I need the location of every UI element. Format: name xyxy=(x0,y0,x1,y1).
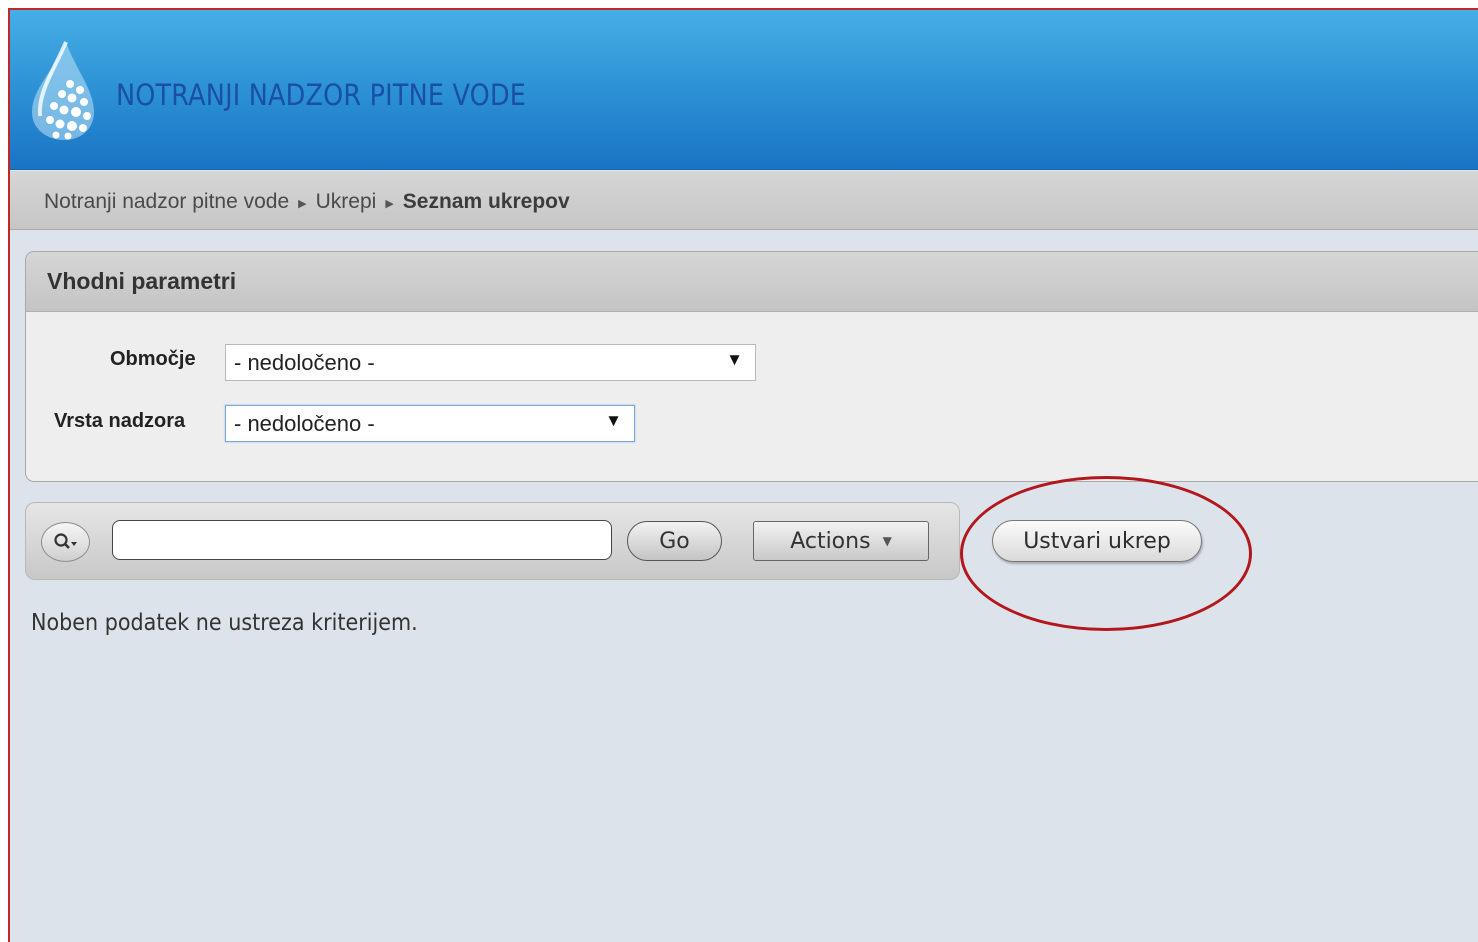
search-icon xyxy=(53,533,77,549)
region-header: Vhodni parametri xyxy=(26,252,1478,312)
go-button[interactable]: Go xyxy=(627,521,722,561)
actions-label: Actions xyxy=(790,528,871,554)
obmocje-label: Območje xyxy=(110,348,196,370)
search-input[interactable] xyxy=(112,520,612,560)
report-toolbar: Go Actions ▼ xyxy=(25,502,960,580)
search-column-menu-button[interactable] xyxy=(41,522,90,562)
breadcrumb-separator-icon: ▶ xyxy=(298,197,307,210)
obmocje-select-value: - nedoločeno - xyxy=(234,350,375,375)
highlight-annotation-ring xyxy=(960,476,1252,631)
breadcrumb-link-ukrepi[interactable]: Ukrepi xyxy=(316,190,377,214)
obmocje-select[interactable]: - nedoločeno - ▼ xyxy=(225,344,756,381)
app-title: NOTRANJI NADZOR PITNE VODE xyxy=(116,78,527,112)
dropdown-arrow-icon: ▼ xyxy=(726,350,743,369)
breadcrumb-current: Seznam ukrepov xyxy=(402,190,570,213)
app-frame: NOTRANJI NADZOR PITNE VODE Notranji nadz… xyxy=(8,8,1478,942)
caret-down-icon: ▼ xyxy=(882,534,892,548)
input-parameters-region: Vhodni parametri Območje - nedoločeno - … xyxy=(25,251,1478,482)
dropdown-arrow-icon: ▼ xyxy=(605,411,622,430)
no-data-message: Noben podatek ne ustreza kriterijem. xyxy=(31,610,418,636)
breadcrumb-link-home[interactable]: Notranji nadzor pitne vode xyxy=(44,190,289,214)
app-header: NOTRANJI NADZOR PITNE VODE xyxy=(10,10,1478,170)
region-title: Vhodni parametri xyxy=(47,268,237,294)
actions-menu-button[interactable]: Actions ▼ xyxy=(753,521,929,561)
breadcrumb: Notranji nadzor pitne vode ▶ Ukrepi ▶ Se… xyxy=(44,190,570,214)
vrsta-nadzora-select[interactable]: - nedoločeno - ▼ xyxy=(225,405,635,442)
vrsta-nadzora-label: Vrsta nadzora xyxy=(54,410,186,432)
breadcrumb-bar: Notranji nadzor pitne vode ▶ Ukrepi ▶ Se… xyxy=(10,171,1478,230)
vrsta-nadzora-select-value: - nedoločeno - xyxy=(234,411,375,436)
water-drop-logo-icon xyxy=(32,41,94,140)
breadcrumb-separator-icon: ▶ xyxy=(385,197,394,210)
